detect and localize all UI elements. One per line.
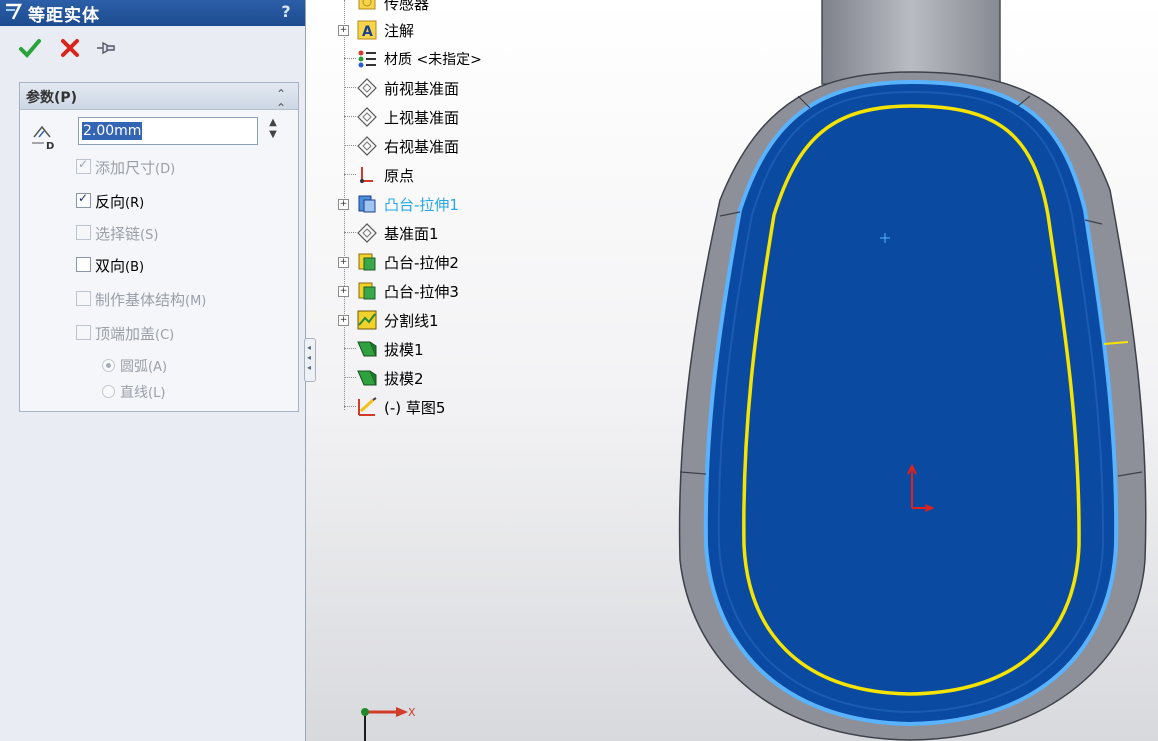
tree-item-label: 基准面1 — [384, 225, 439, 243]
selected-face[interactable] — [717, 90, 1105, 714]
tree-item-label: 拔模1 — [384, 341, 424, 359]
tree-item-label: 原点 — [384, 167, 415, 185]
parameters-group: 参数(P) ⌃ ⌃ D 2.00mm ▲ ▼ ✓ 添加尺寸(D) ✓ 反向(R) 选择链… — [19, 82, 299, 412]
tree-connector — [344, 145, 356, 146]
tree-connector — [344, 58, 356, 59]
sensor-icon — [358, 0, 376, 10]
make-base-construction-checkbox[interactable]: 制作基体结构(M) — [76, 289, 206, 311]
checkbox-box[interactable] — [76, 257, 91, 272]
radio-button[interactable] — [102, 359, 115, 372]
tree-connector — [344, 406, 356, 407]
checkbox-box[interactable]: ✓ — [76, 157, 91, 174]
add-dimensions-checkbox[interactable]: ✓ 添加尺寸(D) — [76, 157, 175, 179]
tree-item-label: 凸台-拉伸1 — [384, 196, 459, 214]
svg-text:A: A — [362, 24, 373, 40]
option-key: (C) — [155, 328, 175, 343]
tree-item-label: 材质 <未指定> — [384, 52, 482, 68]
tree-item-label: 前视基准面 — [384, 80, 460, 98]
bidirectional-checkbox[interactable]: 双向(B) — [76, 255, 144, 277]
draft-icon — [357, 370, 377, 386]
plane-icon — [357, 223, 377, 243]
radio-button[interactable] — [102, 385, 115, 398]
offset-distance-icon: D — [32, 125, 54, 151]
svg-text:D: D — [46, 141, 54, 151]
distance-input[interactable]: 2.00mm — [78, 117, 258, 145]
cap-ends-checkbox[interactable]: 顶端加盖(C) — [76, 323, 174, 345]
plane-icon — [357, 78, 377, 98]
option-label: 制作基体结构 — [95, 291, 186, 309]
expand-toggle-icon[interactable]: + — [338, 199, 349, 210]
pin-button[interactable] — [94, 36, 118, 60]
help-button[interactable]: ? — [276, 2, 296, 22]
panel-splitter[interactable]: ◂ ◂ ◂ — [304, 338, 316, 382]
draft-icon — [357, 341, 377, 357]
option-key: (M) — [185, 294, 207, 309]
radio-key: (A) — [148, 360, 168, 375]
ok-button[interactable] — [18, 36, 42, 60]
annotation-icon: A — [357, 20, 377, 40]
option-key: (S) — [140, 228, 159, 243]
triad-x-label: X — [408, 706, 416, 719]
checkbox-box[interactable] — [76, 225, 91, 240]
tree-connector — [344, 377, 356, 378]
arcs-radio[interactable]: 圆弧(A) — [102, 356, 167, 376]
collapse-chevron-icon[interactable]: ⌃ ⌃ — [276, 87, 286, 115]
lines-radio[interactable]: 直线(L) — [102, 382, 165, 402]
tree-connector — [344, 232, 356, 233]
tree-item-label: 凸台-拉伸2 — [384, 254, 459, 272]
group-header[interactable]: 参数(P) ⌃ ⌃ — [20, 83, 298, 115]
tree-item-label: 注解 — [384, 22, 415, 40]
tree-connector — [344, 348, 356, 349]
checkbox-box[interactable]: ✓ — [76, 191, 91, 208]
distance-spinner[interactable]: ▲ ▼ — [264, 117, 282, 147]
option-label: 双向 — [95, 257, 126, 275]
option-label: 顶端加盖 — [95, 325, 156, 343]
reverse-checkbox[interactable]: ✓ 反向(R) — [76, 191, 144, 213]
option-key: (D) — [155, 162, 176, 177]
property-manager-panel: 等距实体 ? 参数(P) ⌃ ⌃ D 2.00mm ▲ ▼ ✓ 添加尺寸(D) ✓ 反向… — [0, 0, 306, 741]
expand-toggle-icon[interactable]: + — [338, 315, 349, 326]
panel-title-bar: 等距实体 ? — [0, 0, 305, 26]
option-label: 选择链 — [95, 225, 141, 243]
expand-toggle-icon[interactable]: + — [338, 25, 349, 36]
radio-label: 直线 — [120, 385, 148, 401]
material-icon — [358, 50, 376, 68]
sketch-icon — [358, 397, 377, 416]
tree-item-label: 传感器 — [384, 0, 430, 13]
extrude-icon — [358, 195, 376, 213]
group-title: 参数(P) — [26, 90, 78, 106]
select-chain-checkbox[interactable]: 选择链(S) — [76, 223, 158, 245]
plane-icon — [357, 136, 377, 156]
tree-connector — [344, 87, 356, 88]
option-key: (R) — [125, 196, 145, 211]
coordinate-triad: X — [361, 706, 416, 741]
tree-connector — [344, 174, 356, 175]
extrude-icon — [358, 282, 376, 300]
option-key: (B) — [125, 260, 145, 275]
radio-key: (L) — [148, 386, 166, 401]
split-line-icon — [357, 310, 377, 330]
tree-connector — [344, 116, 356, 117]
distance-value: 2.00mm — [82, 122, 143, 140]
tree-item-label: 分割线1 — [384, 312, 439, 330]
tree-item-label: (-) 草图5 — [384, 399, 446, 417]
checkbox-box[interactable] — [76, 291, 91, 306]
tree-item-label: 拔模2 — [384, 370, 424, 388]
extrude-icon — [358, 253, 376, 271]
panel-title: 等距实体 — [28, 6, 100, 26]
expand-toggle-icon[interactable]: + — [338, 257, 349, 268]
option-label: 反向 — [95, 193, 126, 211]
expand-toggle-icon[interactable]: + — [338, 286, 349, 297]
cancel-button[interactable] — [58, 36, 82, 60]
tree-item-label: 右视基准面 — [384, 138, 460, 156]
offset-entities-icon — [6, 3, 22, 20]
plane-icon — [357, 107, 377, 127]
option-label: 添加尺寸 — [95, 159, 156, 177]
radio-label: 圆弧 — [120, 359, 148, 375]
tree-item-label: 凸台-拉伸3 — [384, 283, 459, 301]
origin-icon — [360, 167, 373, 183]
checkbox-box[interactable] — [76, 325, 91, 340]
tree-item-label: 上视基准面 — [384, 109, 460, 127]
